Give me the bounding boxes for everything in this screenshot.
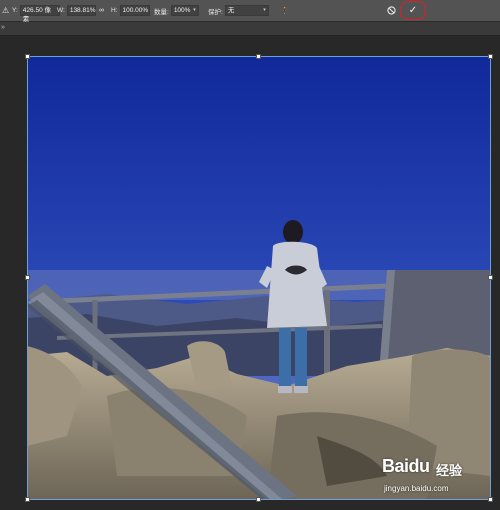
amount-control: 数量: 100% ▾ [154,4,199,17]
h-label: H: [111,7,118,14]
amount-field[interactable]: 100% ▾ [170,5,199,16]
amount-value: 100% [173,7,191,14]
width-field[interactable]: 138.81% [66,5,96,16]
checkmark-icon: ✓ [408,5,418,16]
cancel-icon [387,6,396,15]
transform-handle-top-right[interactable] [488,54,493,59]
w-label: W: [57,7,65,14]
protect-control: 保护: 无 ▾ [208,4,269,17]
transform-handle-top-left[interactable] [25,54,30,59]
watermark-url: jingyan.baidu.com [384,484,449,493]
link-icon[interactable]: ∞ [99,4,104,17]
transform-handle-top[interactable] [256,54,261,59]
transform-handle-left[interactable] [25,275,30,280]
baidu-logo: Baidu [382,456,430,476]
document-tab-strip: » [0,22,500,36]
watermark-suffix: 经验 [436,463,463,478]
person-icon[interactable]: 🕴 [279,4,290,17]
tabs-overflow-icon[interactable]: » [1,24,5,31]
document-image[interactable] [27,56,491,500]
width-control: W: 138.81% [57,4,96,17]
y-position-control: Y: 426.50 像素 [12,4,60,23]
y-label: Y: [12,7,18,14]
height-field[interactable]: 100.00% [119,5,150,16]
cancel-transform-button[interactable] [385,4,398,17]
reference-point-icon[interactable]: ⚠ [2,4,9,17]
transform-handle-bottom-left[interactable] [25,497,30,502]
transform-handle-right[interactable] [488,275,493,280]
chevron-down-icon: ▾ [193,7,196,13]
protect-label: 保护: [208,8,223,16]
chevron-down-icon: ▾ [263,7,266,13]
y-position-field[interactable]: 426.50 像素 [19,5,60,23]
transform-handle-bottom[interactable] [256,497,261,502]
amount-label: 数量: [154,8,169,16]
options-bar: ⚠ Y: 426.50 像素 W: 138.81% ∞ H: 100.00% 数… [0,0,500,23]
height-control: H: 100.00% [111,4,150,17]
protect-select[interactable]: 无 ▾ [224,5,269,16]
protect-value: 无 [227,7,235,14]
baidu-watermark: Baidu 经验 jingyan.baidu.com [382,456,494,500]
commit-transform-button[interactable]: ✓ [400,1,426,20]
